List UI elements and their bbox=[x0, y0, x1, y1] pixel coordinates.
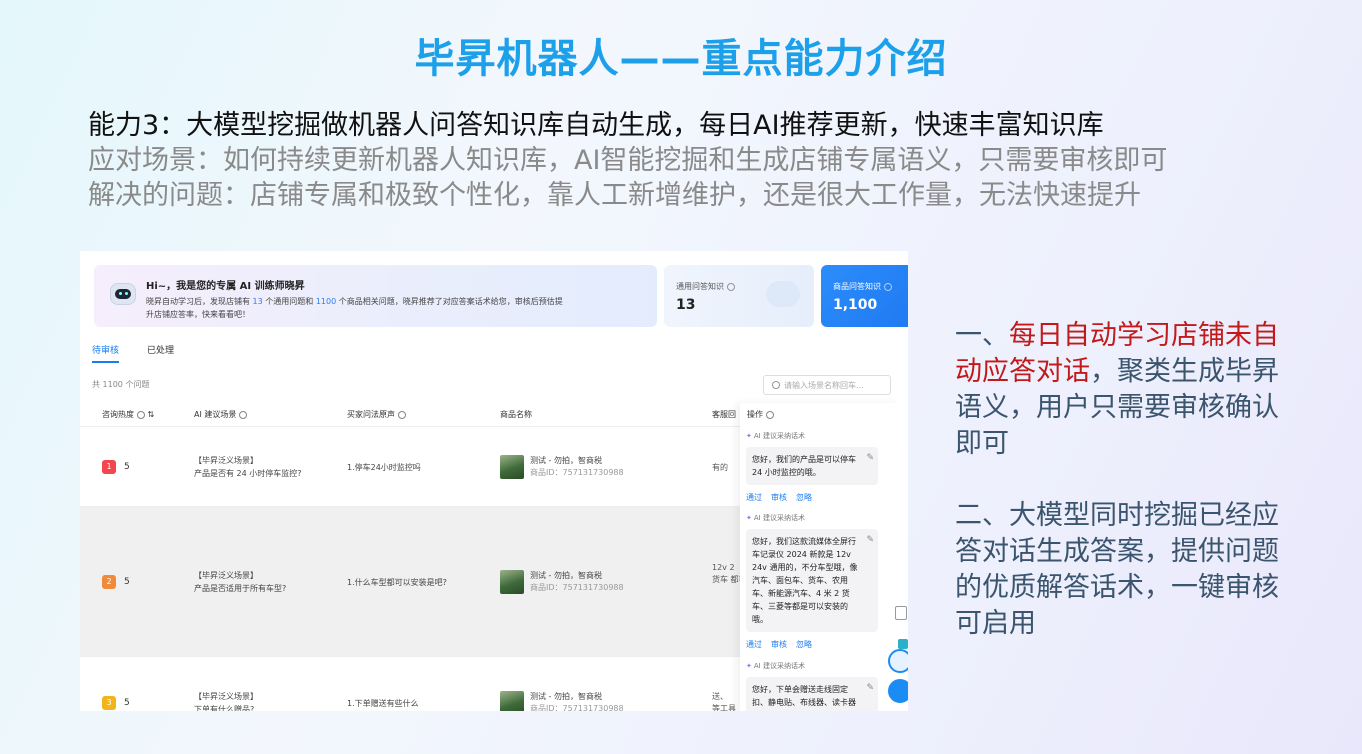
cloud-decoration-icon bbox=[766, 281, 800, 307]
ignore-button[interactable]: 忽略 bbox=[796, 493, 812, 502]
info-icon bbox=[398, 410, 406, 419]
col-product: 商品名称 bbox=[500, 410, 532, 419]
scene-search-input[interactable]: 请输入场景名称回车... bbox=[763, 375, 891, 395]
sparkle-icon: ✦ bbox=[746, 514, 752, 522]
table-row: 3 5 【毕昇泛义场景】 下单有什么赠品? 1.下单赠送有些什么 测试 - 勿拍，… bbox=[80, 657, 740, 711]
ai-scene: 【毕昇泛义场景】 产品是否有 24 小时停车监控? bbox=[194, 456, 302, 478]
suggested-reply: 您好，下单会赠送走线固定扣、静电贴、布线器、读卡器等配件哦。✎ bbox=[746, 677, 878, 711]
feature-bullets: 一、每日自动学习店铺未自动应答对话，聚类生成毕昇语义，用户只需要审核确认即可 二… bbox=[955, 318, 1295, 642]
info-icon bbox=[137, 410, 145, 419]
document-icon[interactable] bbox=[895, 606, 907, 620]
bullet-two: 二、大模型同时挖掘已经应答对话生成答案，提供问题的优质解答话术，一键审核可启用 bbox=[955, 500, 1279, 639]
edit-icon[interactable]: ✎ bbox=[866, 682, 874, 695]
product-thumbnail bbox=[500, 455, 524, 479]
general-qa-label: 通用问答知识 bbox=[676, 282, 724, 291]
heat-value: 5 bbox=[124, 698, 130, 708]
ui-screenshot: Hi~，我是您的专属 AI 训练师晓昇 晓昇自动学习后，发现店铺有 13 个通用… bbox=[80, 251, 908, 711]
bullet-one: 一、每日自动学习店铺未自动应答对话，聚类生成毕昇语义，用户只需要审核确认即可 bbox=[955, 320, 1279, 459]
product-qa-value: 1,100 bbox=[833, 297, 878, 313]
ai-suggestion: ✦ AI 建议采纳话术 您好，我们的产品是可以停车 24 小时监控的哦。 ✎ 通过审… bbox=[746, 431, 878, 503]
table-row: 2 5 【毕昇泛义场景】 产品是否适用于所有车型? 1.什么车型都可以安装是吧? … bbox=[80, 507, 755, 657]
product-info: 测试 - 勿拍，智商税 商品ID：757131730988 bbox=[530, 692, 624, 711]
suggested-reply: 您好，我们这款流媒体全屏行车记录仪 2024 新款是 12v 24v 通用的，不… bbox=[746, 529, 878, 632]
ai-scene: 【毕昇泛义场景】 下单有什么赠品? bbox=[194, 692, 258, 711]
info-icon bbox=[766, 410, 774, 419]
operations-panel: 操作 ✦ AI 建议采纳话术 您好，我们的产品是可以停车 24 小时监控的哦。 ✎ … bbox=[740, 403, 900, 711]
greeting-card: Hi~，我是您的专属 AI 训练师晓昇 晓昇自动学习后，发现店铺有 13 个通用… bbox=[94, 265, 657, 327]
capability-line: 能力3：大模型挖掘做机器人问答知识库自动生成，每日AI推荐更新，快速丰富知识库 bbox=[88, 110, 1104, 141]
product-info: 测试 - 勿拍，智商税 商品ID：757131730988 bbox=[530, 571, 624, 592]
product-qa-stat-card[interactable]: 商品问答知识 1,100 bbox=[821, 265, 908, 327]
reply-preview: 有的 bbox=[712, 463, 728, 472]
ignore-button[interactable]: 忽略 bbox=[796, 640, 812, 649]
rank-badge: 2 bbox=[102, 575, 116, 589]
edit-icon[interactable]: ✎ bbox=[866, 534, 874, 547]
apps-icon[interactable] bbox=[898, 639, 908, 649]
intro-text: 能力3：大模型挖掘做机器人问答知识库自动生成，每日AI推荐更新，快速丰富知识库 … bbox=[88, 108, 1328, 213]
rank-badge: 1 bbox=[102, 460, 116, 474]
product-info: 测试 - 勿拍，智商税 商品ID：757131730988 bbox=[530, 456, 624, 477]
greeting-body: 晓昇自动学习后，发现店铺有 13 个通用问题和 1100 个商品相关问题，晓昇推… bbox=[146, 297, 563, 319]
col-reply: 客服回 bbox=[712, 410, 736, 419]
approve-button[interactable]: 通过 bbox=[746, 493, 762, 502]
heat-value: 5 bbox=[124, 462, 130, 472]
search-placeholder: 请输入场景名称回车... bbox=[784, 381, 864, 390]
question-count: 共 1100 个问题 bbox=[92, 380, 150, 389]
buyer-question: 1.下单赠送有些什么 bbox=[347, 699, 419, 708]
ai-suggestion: ✦ AI 建议采纳话术 您好，我们这款流媒体全屏行车记录仪 2024 新款是 12… bbox=[746, 513, 878, 650]
heat-value: 5 bbox=[124, 577, 130, 587]
tab-processed[interactable]: 已处理 bbox=[147, 343, 174, 356]
robot-chat-icon[interactable] bbox=[888, 679, 908, 703]
info-icon bbox=[727, 282, 735, 291]
product-thumbnail bbox=[500, 691, 524, 711]
product-qa-label: 商品问答知识 bbox=[833, 282, 881, 291]
assistant-icon[interactable] bbox=[888, 649, 908, 673]
ai-suggestion: ✦AI 建议采纳话术 您好，下单会赠送走线固定扣、静电贴、布线器、读卡器等配件哦… bbox=[746, 661, 878, 711]
review-button[interactable]: 审核 bbox=[771, 493, 787, 502]
scenario-line: 应对场景：如何持续更新机器人知识库，AI智能挖掘和生成店铺专属语义，只需要审核即… bbox=[88, 145, 1168, 176]
ai-scene: 【毕昇泛义场景】 产品是否适用于所有车型? bbox=[194, 571, 287, 593]
review-button[interactable]: 审核 bbox=[771, 640, 787, 649]
col-buyer-question: 买家问法原声 bbox=[347, 409, 406, 420]
table-header: 咨询热度 ⇅ AI 建议场景 买家问法原声 商品名称 客服回 bbox=[80, 403, 740, 427]
info-icon bbox=[884, 282, 892, 291]
greeting-title: Hi~，我是您的专属 AI 训练师晓昇 bbox=[146, 281, 305, 292]
tab-pending-review[interactable]: 待审核 bbox=[92, 343, 120, 363]
sort-icon[interactable]: ⇅ bbox=[148, 410, 155, 419]
slide-title: 毕昇机器人——重点能力介绍 bbox=[414, 36, 948, 82]
info-icon bbox=[239, 410, 248, 419]
col-operations: 操作 bbox=[747, 409, 774, 420]
sparkle-icon: ✦ bbox=[746, 662, 752, 670]
sparkle-icon: ✦ bbox=[746, 432, 752, 440]
robot-avatar-icon bbox=[110, 283, 136, 305]
approve-button[interactable]: 通过 bbox=[746, 640, 762, 649]
edit-icon[interactable]: ✎ bbox=[866, 452, 874, 465]
col-ai-scene: AI 建议场景 bbox=[194, 409, 248, 420]
general-count-highlight: 13 bbox=[252, 297, 263, 306]
product-count-highlight: 1100 bbox=[315, 297, 337, 306]
general-qa-value: 13 bbox=[676, 297, 696, 313]
problem-line: 解决的问题：店铺专属和极致个性化，靠人工新增维护，还是很大工作量，无法快速提升 bbox=[88, 180, 1141, 211]
reply-preview: 送、 等工具 bbox=[712, 692, 736, 711]
product-thumbnail bbox=[500, 570, 524, 594]
general-qa-stat-card[interactable]: 通用问答知识 13 bbox=[664, 265, 814, 327]
table-row: 1 5 【毕昇泛义场景】 产品是否有 24 小时停车监控? 1.停车24小时监控吗… bbox=[80, 427, 740, 507]
suggested-reply: 您好，我们的产品是可以停车 24 小时监控的哦。 ✎ bbox=[746, 447, 878, 485]
buyer-question: 1.停车24小时监控吗 bbox=[347, 463, 421, 472]
col-heat[interactable]: 咨询热度 ⇅ bbox=[102, 409, 154, 420]
buyer-question: 1.什么车型都可以安装是吧? bbox=[347, 578, 447, 587]
rank-badge: 3 bbox=[102, 696, 116, 710]
search-icon bbox=[772, 381, 780, 389]
